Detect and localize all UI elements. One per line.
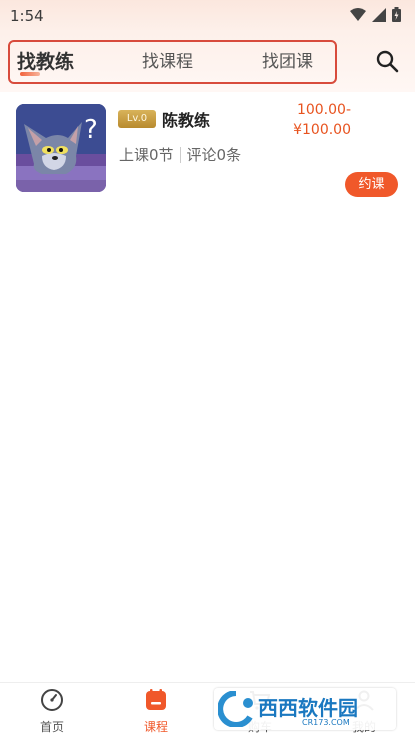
tab-find-coach[interactable]: 找教练 xyxy=(17,42,74,82)
price-min: 100.00- xyxy=(296,102,351,118)
battery-icon xyxy=(392,6,401,26)
calendar-icon xyxy=(144,688,168,715)
nav-item-course[interactable]: 课程 xyxy=(104,683,208,738)
price-max: ¥100.00 xyxy=(293,122,351,138)
nav-item-home[interactable]: 首页 xyxy=(0,683,104,738)
tab-find-course[interactable]: 找课程 xyxy=(142,42,193,82)
lesson-count: 上课0节 xyxy=(119,146,174,164)
search-button[interactable] xyxy=(372,48,402,78)
wifi-icon xyxy=(350,7,366,26)
level-badge: Lv.0 xyxy=(118,110,156,128)
coach-card[interactable]: ? Lv.0 陈教练 100.00- ¥100.00 上课0节 评论0条 约课 xyxy=(0,96,415,206)
tab-find-group-class[interactable]: 找团课 xyxy=(262,42,313,82)
watermark-logo: 西西软件园 CR173.COM xyxy=(214,688,396,730)
svg-text:?: ? xyxy=(84,115,98,145)
status-time: 1:54 xyxy=(10,7,44,25)
stats-divider xyxy=(179,146,181,163)
svg-text:CR173.COM: CR173.COM xyxy=(302,718,350,727)
status-icons xyxy=(350,6,401,26)
active-tab-indicator xyxy=(20,72,40,76)
svg-text:西西软件园: 西西软件园 xyxy=(258,696,358,720)
signal-icon xyxy=(372,7,386,26)
book-lesson-button[interactable]: 约课 xyxy=(345,172,398,197)
coach-name: 陈教练 xyxy=(162,111,211,130)
status-bar: 1:54 xyxy=(0,0,415,32)
coach-avatar: ? xyxy=(16,104,106,192)
header: 找教练 找课程 找团课 xyxy=(0,32,415,92)
search-icon xyxy=(375,49,399,77)
tab-bar: 找教练 找课程 找团课 xyxy=(8,40,337,84)
nav-label-course: 课程 xyxy=(143,720,168,734)
price-range: 100.00- ¥100.00 xyxy=(261,100,351,140)
nav-label-home: 首页 xyxy=(39,720,64,734)
coach-stats: 上课0节 评论0条 xyxy=(119,144,241,165)
review-count: 评论0条 xyxy=(186,146,242,164)
clock-icon xyxy=(40,688,64,715)
